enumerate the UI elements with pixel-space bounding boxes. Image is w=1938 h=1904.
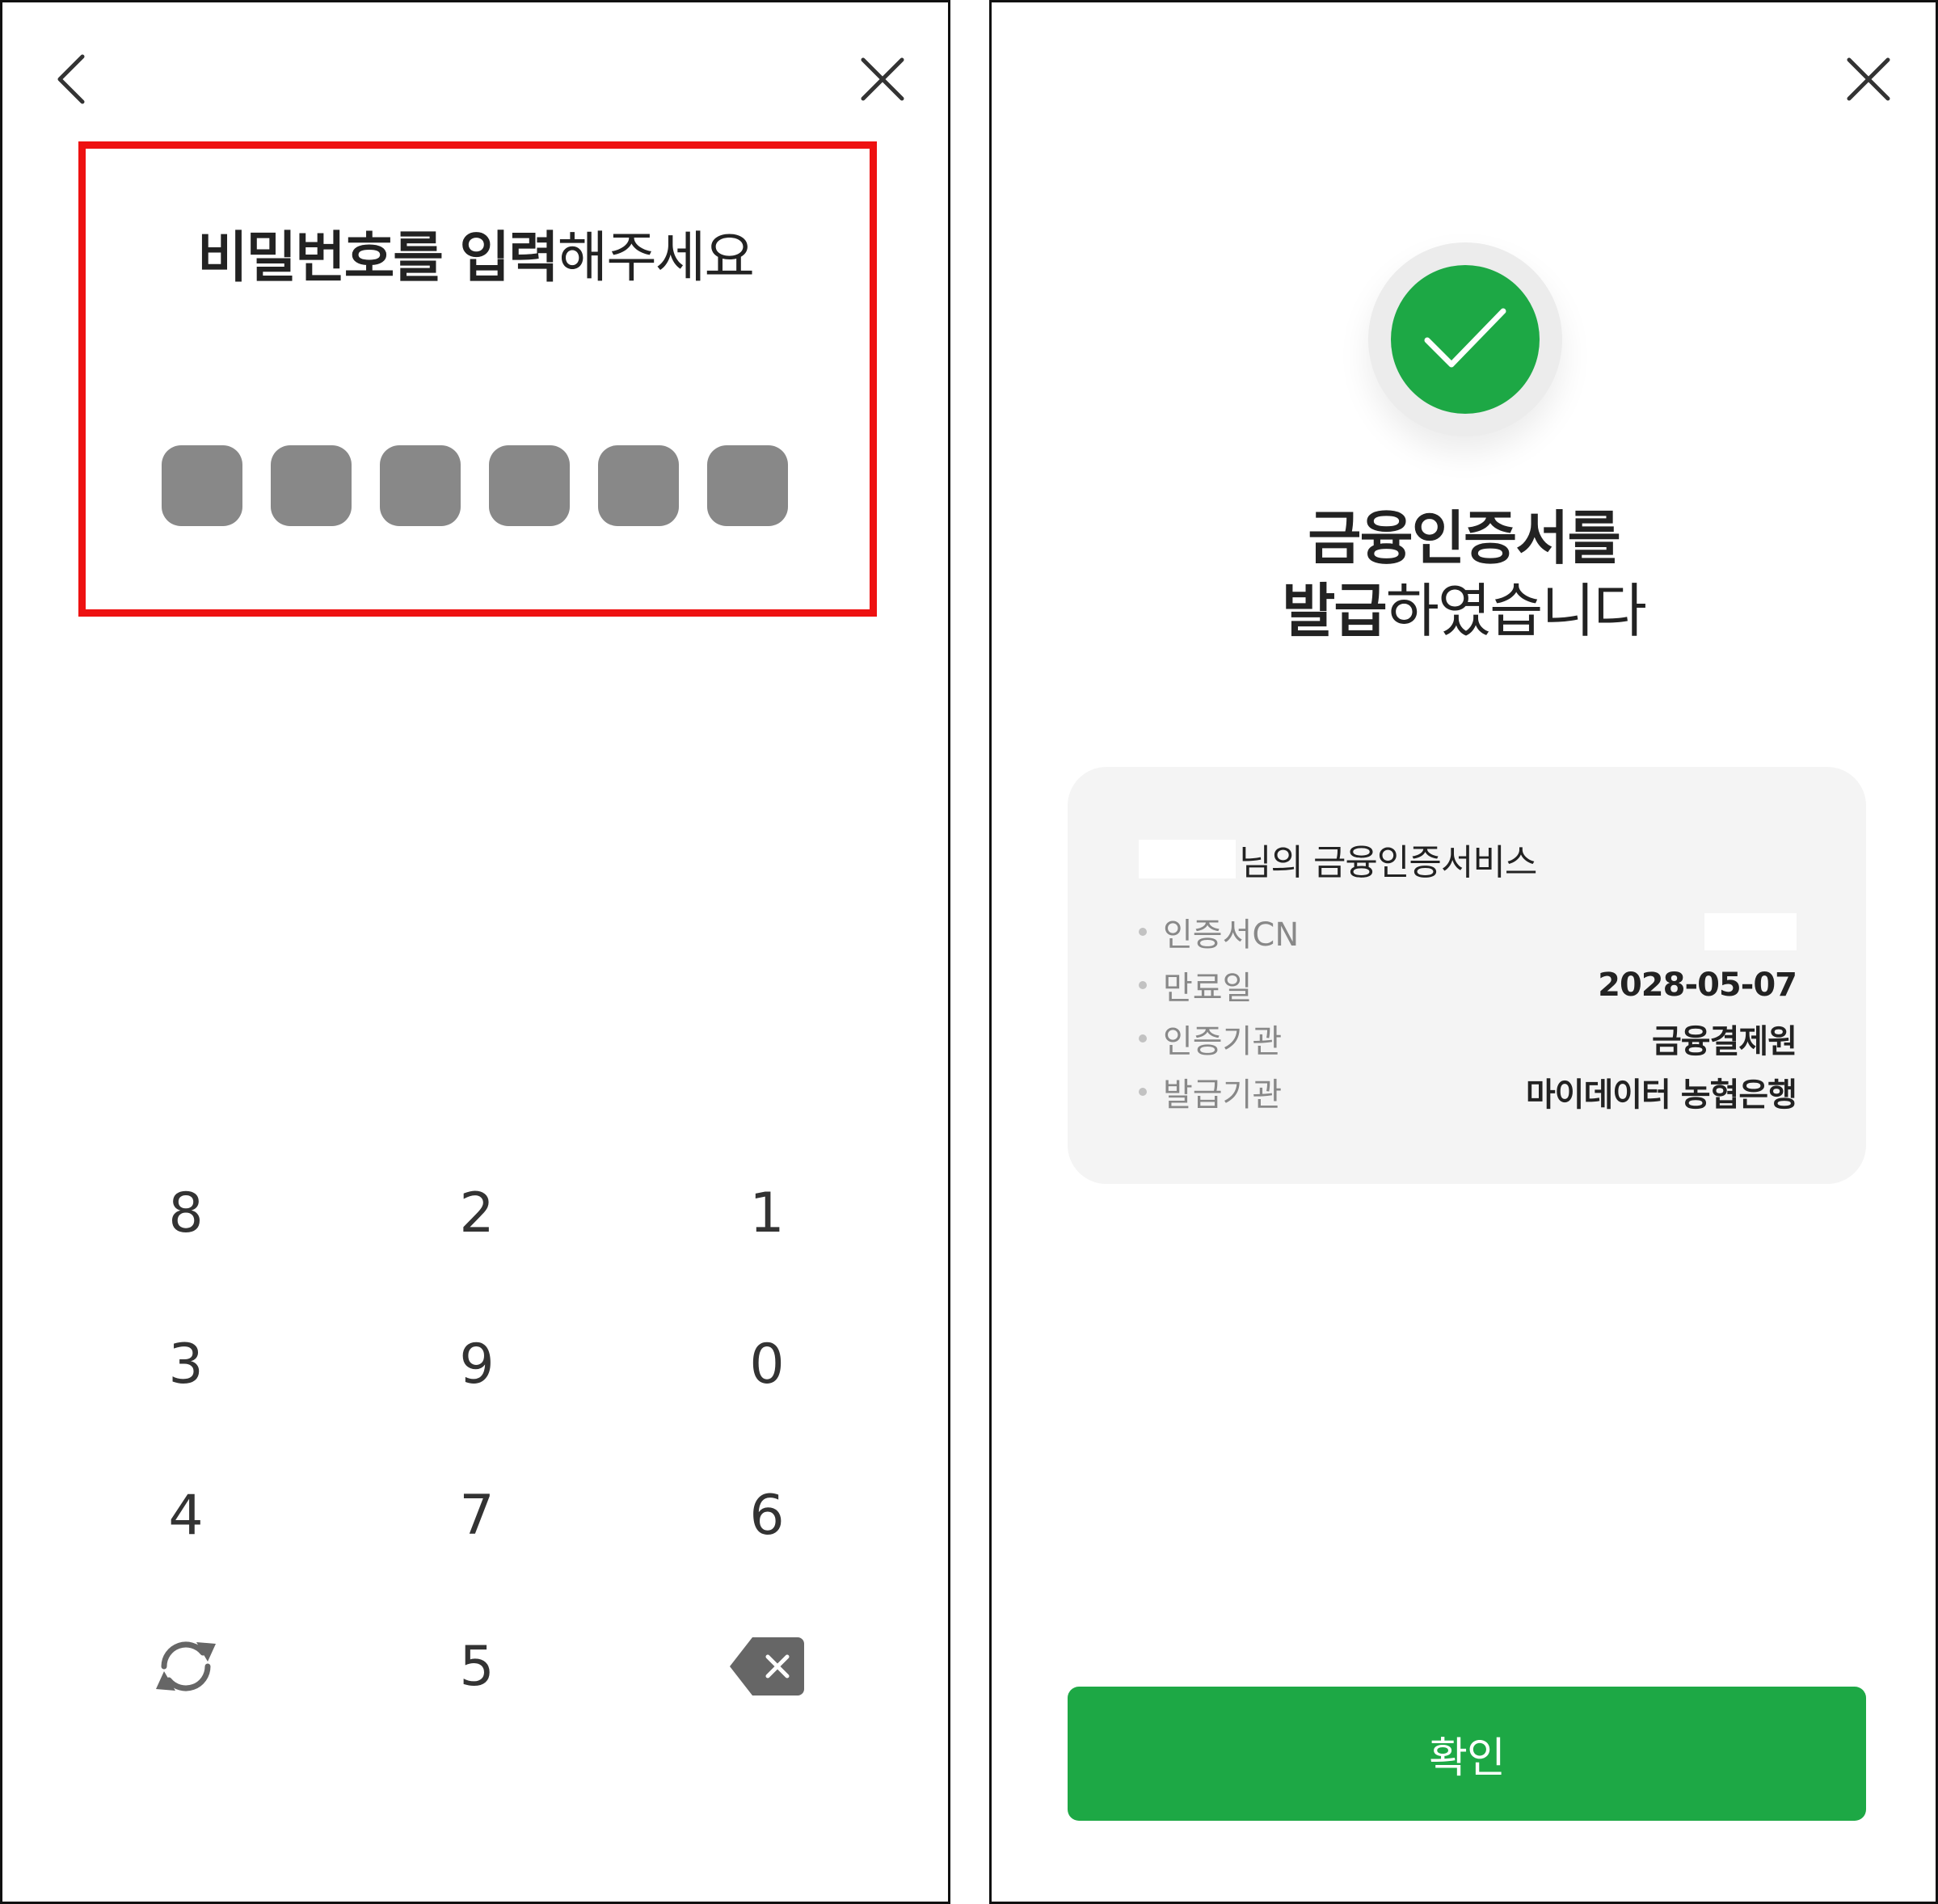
close-icon xyxy=(861,57,904,101)
close-button[interactable] xyxy=(846,43,919,116)
service-owner-line: 님의 금융인증서비스 xyxy=(1139,833,1537,885)
title-line-2-regular: 하였습니다 xyxy=(1385,577,1647,645)
title-line-2-strong: 발급 xyxy=(1282,577,1387,645)
pin-dot xyxy=(380,445,461,526)
info-row-cn: 인증서CN xyxy=(1139,908,1797,956)
pin-dot xyxy=(271,445,352,526)
delete-button[interactable] xyxy=(670,1602,864,1731)
refresh-icon xyxy=(156,1641,216,1691)
info-value: 2028-05-07 xyxy=(1598,967,1797,1004)
keypad-key[interactable]: 8 xyxy=(89,1148,283,1278)
certificate-info-card: 님의 금융인증서비스 인증서CN 만료일 2028-05-07 인증기관 금융결… xyxy=(1068,767,1866,1184)
backspace-icon xyxy=(730,1637,804,1695)
keypad-key[interactable]: 6 xyxy=(670,1451,864,1580)
masked-user-name xyxy=(1139,840,1236,878)
title-regular: 해주세요 xyxy=(557,226,755,290)
close-icon xyxy=(1847,57,1890,101)
confirm-button[interactable]: 확인 xyxy=(1068,1687,1866,1821)
pin-dot xyxy=(489,445,570,526)
title-line-1: 금융인증서를 xyxy=(1308,504,1620,572)
info-label: 만료일 xyxy=(1163,970,1253,1007)
keypad-key[interactable]: 1 xyxy=(670,1148,864,1278)
info-value: 마이데이터 농협은행 xyxy=(1525,1076,1797,1114)
info-label: 인증기관 xyxy=(1163,1023,1283,1060)
info-label: 발급기관 xyxy=(1163,1076,1283,1114)
shuffle-button[interactable] xyxy=(89,1602,283,1731)
success-badge xyxy=(1368,242,1562,436)
info-value: 금융결제원 xyxy=(1652,1023,1797,1060)
keypad-key[interactable]: 4 xyxy=(89,1451,283,1580)
service-suffix: 님의 금융인증서비스 xyxy=(1239,842,1537,883)
keypad-key[interactable]: 7 xyxy=(380,1451,574,1580)
keypad-key[interactable]: 5 xyxy=(380,1602,574,1731)
masked-cn-value xyxy=(1704,913,1797,950)
password-screen: 비밀번호를 입력해주세요 8 2 1 3 9 0 4 7 6 5 xyxy=(0,0,950,1904)
title-strong: 비밀번호를 입력 xyxy=(197,226,559,290)
pin-dot xyxy=(707,445,788,526)
chevron-left-icon xyxy=(57,54,85,104)
check-icon xyxy=(1424,308,1506,368)
keypad-key[interactable]: 0 xyxy=(670,1300,864,1429)
success-circle xyxy=(1391,265,1540,414)
back-button[interactable] xyxy=(35,43,107,116)
title-line-2: 발급하였습니다 xyxy=(992,575,1936,647)
bullet xyxy=(1139,928,1147,936)
keypad-key[interactable]: 2 xyxy=(380,1148,574,1278)
issue-complete-screen: 금융인증서를 발급하였습니다 님의 금융인증서비스 인증서CN 만료일 2028… xyxy=(989,0,1938,1904)
pin-indicator xyxy=(162,445,788,526)
bullet xyxy=(1139,981,1147,989)
close-button[interactable] xyxy=(1832,43,1905,116)
info-row-issuer: 발급기관 마이데이터 농협은행 xyxy=(1139,1068,1797,1116)
number-keypad: 8 2 1 3 9 0 4 7 6 5 xyxy=(2,1148,948,1753)
keypad-key[interactable]: 9 xyxy=(380,1300,574,1429)
info-row-expiry: 만료일 2028-05-07 xyxy=(1139,961,1797,1009)
bullet xyxy=(1139,1088,1147,1096)
info-row-authority: 인증기관 금융결제원 xyxy=(1139,1014,1797,1063)
page-title: 금융인증서를 발급하였습니다 xyxy=(992,502,1936,647)
pin-dot xyxy=(162,445,242,526)
page-title: 비밀번호를 입력해주세요 xyxy=(2,213,948,293)
bullet xyxy=(1139,1034,1147,1043)
pin-dot xyxy=(598,445,679,526)
keypad-key[interactable]: 3 xyxy=(89,1300,283,1429)
info-label: 인증서CN xyxy=(1163,916,1300,954)
